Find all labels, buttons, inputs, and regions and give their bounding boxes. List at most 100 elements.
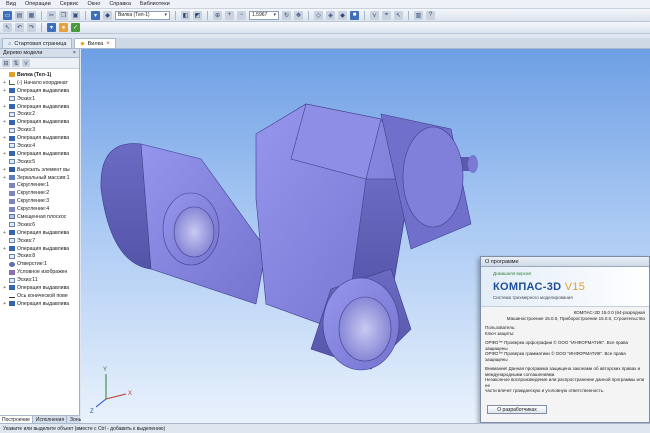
expand-icon[interactable]: + bbox=[2, 88, 7, 94]
tree-item[interactable]: Эскиз:2 bbox=[0, 110, 79, 118]
close-icon[interactable]: × bbox=[106, 41, 110, 47]
tree-item[interactable]: + Операция выдавлива bbox=[0, 103, 79, 111]
developers-button[interactable]: О разработчиках bbox=[487, 405, 547, 414]
zoom-icon[interactable]: ⊕ bbox=[213, 10, 222, 20]
cond-icon bbox=[9, 269, 15, 275]
tree-item[interactable]: Скругление:3 bbox=[0, 197, 79, 205]
tree-item[interactable]: Скругление:4 bbox=[0, 205, 79, 213]
undo-icon[interactable]: ↶ bbox=[15, 23, 24, 32]
tree-view-icon[interactable]: ⊟ bbox=[2, 59, 10, 67]
new-document-icon[interactable]: ▭ bbox=[3, 10, 12, 20]
tree-item[interactable]: Эскиз:4 bbox=[0, 142, 79, 150]
style-combo[interactable]: Вилка (Тел-1) ▾ bbox=[115, 10, 170, 20]
tree-item[interactable]: + Операция выдавлива bbox=[0, 284, 79, 292]
wireframe-icon[interactable]: ◇ bbox=[314, 10, 323, 20]
tree-item[interactable]: Эскиз:1 bbox=[0, 95, 79, 103]
render-mode-icon[interactable]: ◩ bbox=[193, 10, 202, 20]
panel-title: Дерево модели bbox=[3, 50, 43, 56]
halftone-icon[interactable]: ◆ bbox=[338, 10, 347, 20]
snap-icon[interactable]: ⌖ bbox=[382, 10, 391, 20]
tree-item[interactable]: Отверстие:1 bbox=[0, 260, 79, 268]
apply-icon[interactable]: ✓ bbox=[71, 23, 80, 32]
tab-construction[interactable]: Построение bbox=[0, 416, 33, 423]
filter-icon[interactable]: ⋎ bbox=[22, 59, 30, 67]
expand-icon[interactable]: + bbox=[2, 167, 7, 173]
menu-item[interactable]: Библиотеки bbox=[140, 1, 170, 7]
library-icon[interactable]: ▥ bbox=[414, 10, 423, 20]
zoom-in-icon[interactable]: + bbox=[225, 10, 234, 20]
tab-versions[interactable]: Исполнения bbox=[34, 416, 68, 423]
tree-item[interactable]: + Операция выдавлива bbox=[0, 150, 79, 158]
tab-start-page[interactable]: ⌂ Стартовая страница bbox=[2, 38, 73, 48]
tree-item[interactable]: + Зеркальный массив:1 bbox=[0, 174, 79, 182]
expand-icon[interactable]: + bbox=[2, 175, 7, 181]
expand-icon[interactable]: + bbox=[2, 135, 7, 141]
tree-item[interactable]: Эскиз:8 bbox=[0, 252, 79, 260]
expand-icon[interactable]: + bbox=[2, 151, 7, 157]
tree-item[interactable]: Ось конической пове bbox=[0, 292, 79, 300]
cube-view-icon[interactable]: ◧ bbox=[181, 10, 190, 20]
expand-icon[interactable]: + bbox=[2, 119, 7, 125]
tree-item[interactable]: Скругление:2 bbox=[0, 189, 79, 197]
sketch-icon bbox=[9, 143, 15, 149]
paste-icon[interactable]: ▣ bbox=[71, 10, 80, 20]
tab-document[interactable]: ◆ Вилка × bbox=[74, 38, 116, 48]
expand-icon[interactable]: + bbox=[2, 285, 7, 291]
expand-icon[interactable]: + bbox=[2, 230, 7, 236]
menu-item[interactable]: Окно bbox=[88, 1, 101, 7]
color-icon[interactable]: ● bbox=[59, 23, 68, 32]
tree-item[interactable]: Эскиз:6 bbox=[0, 221, 79, 229]
tree-item[interactable]: + Операция выдавлива bbox=[0, 134, 79, 142]
hidden-lines-icon[interactable]: ◈ bbox=[326, 10, 335, 20]
expand-icon[interactable]: + bbox=[2, 104, 7, 110]
separator bbox=[175, 10, 176, 20]
left-eye-hole bbox=[173, 206, 215, 258]
tree-item[interactable]: + Операция выдавлива bbox=[0, 87, 79, 95]
tree-item[interactable]: + Вырезать элемент вы bbox=[0, 166, 79, 174]
dialog-line: части влечет гражданскую и уголовную отв… bbox=[485, 388, 605, 393]
tree-item[interactable]: Вилка (Тел-1) bbox=[0, 71, 79, 79]
layer-icon[interactable]: ▾ bbox=[47, 23, 56, 32]
save-icon[interactable]: ▦ bbox=[27, 10, 36, 20]
tree-item[interactable]: Эскиз:5 bbox=[0, 158, 79, 166]
tree-item[interactable]: + Операция выдавлива bbox=[0, 245, 79, 253]
pan-icon[interactable]: ✥ bbox=[294, 10, 303, 20]
filter-icon[interactable]: ⋎ bbox=[370, 10, 379, 20]
shaded-icon[interactable]: ■ bbox=[350, 10, 359, 20]
dialog-line: Незаконное воспроизведение или распростр… bbox=[485, 377, 645, 388]
tree-item[interactable]: Условное изображен bbox=[0, 268, 79, 276]
sort-icon[interactable]: ⇅ bbox=[12, 59, 20, 67]
help-icon[interactable]: ? bbox=[426, 10, 435, 20]
z-axis bbox=[95, 398, 107, 408]
tree-item[interactable]: + Операция выдавлива bbox=[0, 118, 79, 126]
z-axis-label: Z bbox=[90, 409, 94, 415]
tree-item[interactable]: Скругление:1 bbox=[0, 181, 79, 189]
copy-icon[interactable]: ❐ bbox=[59, 10, 68, 20]
open-document-icon[interactable]: ▤ bbox=[15, 10, 24, 20]
style-icon[interactable]: ◆ bbox=[103, 10, 112, 20]
tree-item[interactable]: Смещенная плоскос bbox=[0, 213, 79, 221]
menu-item[interactable]: Операции bbox=[25, 1, 51, 7]
tree-item[interactable]: + Операция выдавлива bbox=[0, 229, 79, 237]
zoom-combo[interactable]: 1.5967 ▾ bbox=[249, 10, 279, 20]
cursor-icon[interactable]: ↖ bbox=[394, 10, 403, 20]
properties-icon[interactable]: ▾ bbox=[91, 10, 100, 20]
tree-item[interactable]: Эскиз:11 bbox=[0, 276, 79, 284]
tree-item[interactable]: Эскиз:3 bbox=[0, 126, 79, 134]
close-icon[interactable]: × bbox=[73, 50, 76, 56]
tree-item[interactable]: + Операция выдавлива bbox=[0, 300, 79, 308]
zoom-out-icon[interactable]: − bbox=[237, 10, 246, 20]
select-icon[interactable]: ↖ bbox=[3, 23, 12, 32]
tree-item[interactable]: Эскиз:7 bbox=[0, 237, 79, 245]
tree-item[interactable]: + (-) Начало координат bbox=[0, 79, 79, 87]
dialog-body: КОМПАС-3D 15.0.0 (64-разрядная Машиностро… bbox=[481, 307, 649, 397]
redo-icon[interactable]: ↷ bbox=[27, 23, 36, 32]
menu-item[interactable]: Справка bbox=[109, 1, 131, 7]
menu-item[interactable]: Вид bbox=[6, 1, 16, 7]
rotate-icon[interactable]: ↻ bbox=[282, 10, 291, 20]
expand-icon[interactable]: + bbox=[2, 246, 7, 252]
menu-item[interactable]: Сервис bbox=[60, 1, 79, 7]
cut-icon[interactable]: ✂ bbox=[47, 10, 56, 20]
expand-icon[interactable]: + bbox=[2, 301, 7, 307]
expand-icon[interactable]: + bbox=[2, 80, 7, 86]
